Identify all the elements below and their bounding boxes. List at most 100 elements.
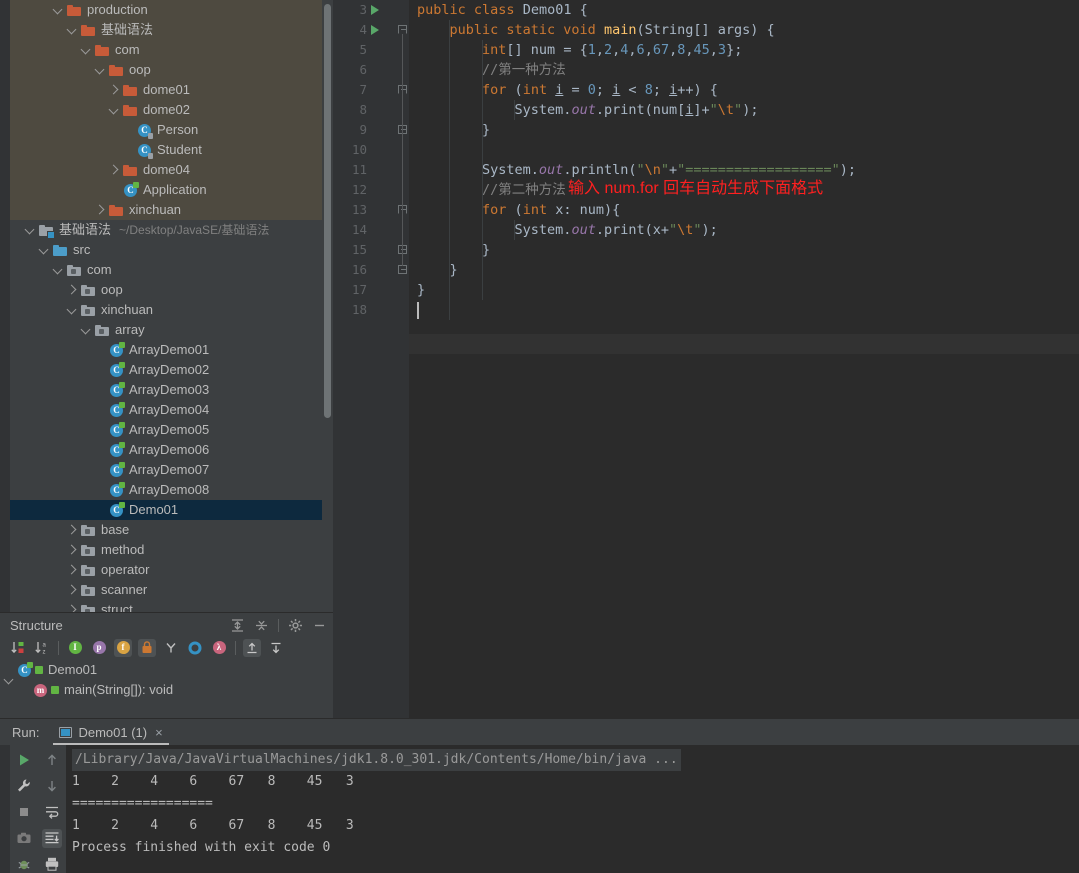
show-lambdas-icon[interactable]: λ <box>210 639 228 657</box>
tree-row-array[interactable]: array <box>10 320 322 340</box>
close-icon[interactable]: × <box>153 725 163 740</box>
tree-row-ArrayDemo03[interactable]: C ArrayDemo03 <box>10 380 322 400</box>
tree-row-com[interactable]: com <box>10 40 322 60</box>
tree-row-dome01[interactable]: dome01 <box>10 80 322 100</box>
chevron-right-icon[interactable] <box>110 166 118 174</box>
up-arrow-icon[interactable] <box>42 750 62 769</box>
chevron-right-icon[interactable] <box>68 566 76 574</box>
tree-row-xinchuan[interactable]: xinchuan <box>10 200 322 220</box>
chevron-down-icon[interactable] <box>40 246 48 254</box>
structure-toolbar[interactable]: a z I p f λ <box>0 637 333 658</box>
code-line[interactable]: System.out.print(num[i]+"\t"); <box>417 100 759 120</box>
chevron-right-icon[interactable] <box>68 586 76 594</box>
run-actions-toolbar[interactable] <box>10 745 38 873</box>
chevron-down-icon[interactable] <box>82 326 90 334</box>
debug-bug-icon[interactable] <box>14 855 34 873</box>
structure-tree[interactable]: C Demo01 m main(String[]): void <box>0 658 333 700</box>
code-line[interactable]: } <box>417 280 425 300</box>
scroll-to-end-icon[interactable] <box>42 828 62 848</box>
run-gutter-icon[interactable] <box>370 20 382 40</box>
show-anonymous-icon[interactable] <box>162 639 180 657</box>
autoscroll-from-source-icon[interactable] <box>267 639 285 657</box>
code-line[interactable]: System.out.print(x+"\t"); <box>417 220 718 240</box>
tree-row-operator[interactable]: operator <box>10 560 322 580</box>
tree-row-ArrayDemo08[interactable]: C ArrayDemo08 <box>10 480 322 500</box>
code-line[interactable]: } <box>417 260 458 280</box>
project-tree-scrollbar[interactable] <box>322 0 333 612</box>
chevron-down-icon[interactable] <box>68 26 76 34</box>
stop-icon[interactable] <box>14 802 34 821</box>
tree-row-dome02[interactable]: dome02 <box>10 100 322 120</box>
screenshot-camera-icon[interactable] <box>14 829 34 848</box>
chevron-down-icon[interactable] <box>54 266 62 274</box>
down-arrow-icon[interactable] <box>42 776 62 795</box>
console-output[interactable]: /Library/Java/JavaVirtualMachines/jdk1.8… <box>66 745 1079 873</box>
settings-gear-icon[interactable] <box>288 618 303 633</box>
settings-wrench-icon[interactable] <box>14 776 34 795</box>
show-inherited-icon[interactable]: I <box>66 639 84 657</box>
code-line[interactable]: for (int x: num){ <box>417 200 620 220</box>
run-tool-window[interactable]: Run: Demo01 (1) × /Library/Java/JavaVirt… <box>0 718 1079 873</box>
tree-row-com[interactable]: com <box>10 260 322 280</box>
tree-row-production[interactable]: production <box>10 0 322 20</box>
chevron-right-icon[interactable] <box>68 526 76 534</box>
tree-row-Student[interactable]: C Student <box>10 140 322 160</box>
soft-wrap-icon[interactable] <box>42 802 62 821</box>
show-non-public-icon[interactable] <box>138 638 156 657</box>
tree-row-method[interactable]: method <box>10 540 322 560</box>
show-fields-icon[interactable]: f <box>114 638 132 657</box>
tree-row-Application[interactable]: C Application <box>10 180 322 200</box>
tree-row-ArrayDemo02[interactable]: C ArrayDemo02 <box>10 360 322 380</box>
hide-panel-icon[interactable] <box>312 618 327 633</box>
chevron-right-icon[interactable] <box>68 286 76 294</box>
collapse-all-icon[interactable] <box>254 618 269 633</box>
structure-row-demo01[interactable]: C Demo01 <box>0 660 333 680</box>
code-line[interactable]: public static void main(String[] args) { <box>417 20 775 40</box>
autoscroll-to-source-icon[interactable] <box>243 638 261 657</box>
run-gutter-icon[interactable] <box>370 0 382 20</box>
chevron-down-icon[interactable] <box>54 6 62 14</box>
code-line[interactable]: for (int i = 0; i < 8; i++) { <box>417 80 718 100</box>
print-icon[interactable] <box>42 855 62 873</box>
structure-tool-window[interactable]: Structure a z I p f λ C Demo01 m main(St… <box>0 612 333 718</box>
tree-row-ArrayDemo05[interactable]: C ArrayDemo05 <box>10 420 322 440</box>
tree-row-ArrayDemo04[interactable]: C ArrayDemo04 <box>10 400 322 420</box>
chevron-down-icon[interactable] <box>26 226 34 234</box>
code-line[interactable]: //第二种方法 <box>417 180 566 200</box>
scrollbar-thumb[interactable] <box>324 4 331 418</box>
tree-row-ArrayDemo06[interactable]: C ArrayDemo06 <box>10 440 322 460</box>
code-line[interactable]: } <box>417 240 490 260</box>
chevron-right-icon[interactable] <box>110 86 118 94</box>
run-tab-demo01[interactable]: Demo01 (1) × <box>53 719 169 745</box>
tree-row-ArrayDemo07[interactable]: C ArrayDemo07 <box>10 460 322 480</box>
chevron-down-icon[interactable] <box>68 306 76 314</box>
code-line[interactable]: public class Demo01 { <box>417 0 588 20</box>
chevron-down-icon[interactable] <box>110 106 118 114</box>
show-interfaces-icon[interactable] <box>186 639 204 657</box>
chevron-down-icon[interactable] <box>82 46 90 54</box>
code-line[interactable]: System.out.println("\n"+"===============… <box>417 160 856 180</box>
tree-row-oop[interactable]: oop <box>10 280 322 300</box>
project-tool-window[interactable]: production 基础语法 com oop dome01 dome02 C Person C… <box>0 0 333 612</box>
run-console-toolbar[interactable] <box>38 745 66 873</box>
tree-row-基础语法[interactable]: 基础语法 ~/Desktop/JavaSE/基础语法 <box>10 220 322 240</box>
sort-by-visibility-icon[interactable] <box>9 639 27 657</box>
chevron-down-icon[interactable] <box>96 66 104 74</box>
chevron-right-icon[interactable] <box>96 206 104 214</box>
tree-row-dome04[interactable]: dome04 <box>10 160 322 180</box>
sort-alphabetically-icon[interactable]: a z <box>33 639 51 657</box>
structure-row-main-string-void[interactable]: m main(String[]): void <box>0 680 333 700</box>
code-line[interactable]: } <box>417 120 490 140</box>
tree-row-xinchuan[interactable]: xinchuan <box>10 300 322 320</box>
chevron-right-icon[interactable] <box>68 546 76 554</box>
code-line[interactable]: int[] num = {1,2,4,6,67,8,45,3}; <box>417 40 742 60</box>
tree-row-Person[interactable]: C Person <box>10 120 322 140</box>
tree-row-基础语法[interactable]: 基础语法 <box>10 20 322 40</box>
expand-all-icon[interactable] <box>230 618 245 633</box>
code-line[interactable]: //第一种方法 <box>417 60 566 80</box>
run-icon[interactable] <box>14 750 34 769</box>
tree-row-struct[interactable]: struct <box>10 600 322 612</box>
show-properties-icon[interactable]: p <box>90 639 108 657</box>
tree-row-oop[interactable]: oop <box>10 60 322 80</box>
tree-row-Demo01[interactable]: C Demo01 <box>10 500 322 520</box>
